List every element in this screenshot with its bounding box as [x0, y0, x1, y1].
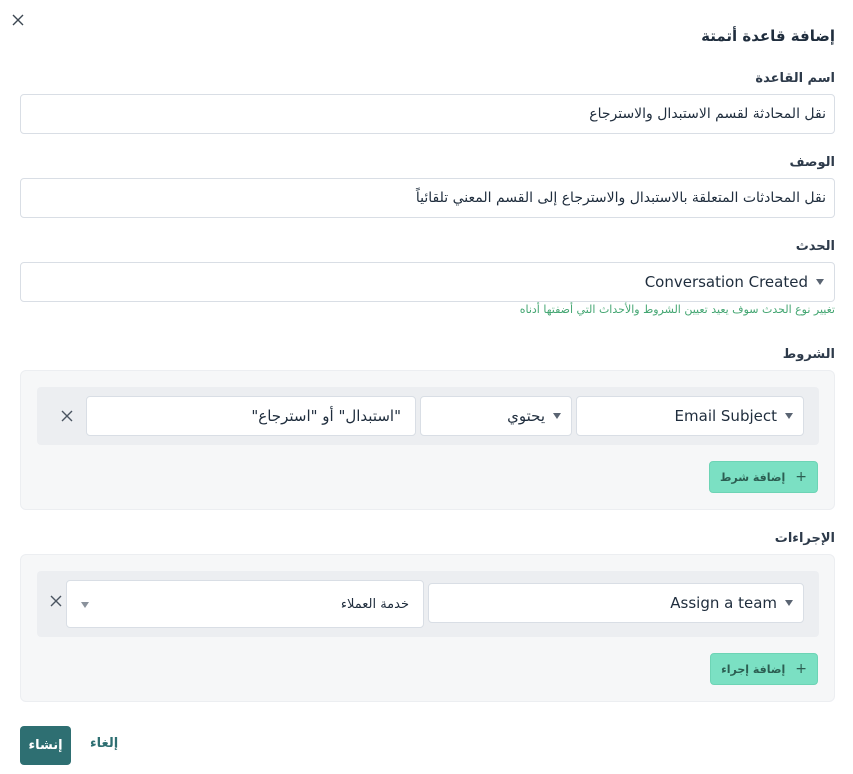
chevron-down-icon	[785, 600, 793, 606]
close-button[interactable]	[8, 12, 26, 30]
description-input[interactable]: نقل المحادثات المتعلقة بالاستبدال والاست…	[20, 178, 835, 218]
condition-operator-value: يحتوي	[507, 407, 545, 425]
chevron-down-icon	[81, 602, 89, 608]
chevron-down-icon	[816, 279, 824, 285]
condition-attribute-select[interactable]: Email Subject	[576, 396, 804, 436]
chevron-down-icon	[553, 413, 561, 419]
add-action-label: إضافة إجراء	[721, 662, 786, 676]
event-label: الحدث	[795, 239, 835, 254]
rule-name-input[interactable]: نقل المحادثة لقسم الاستبدال والاسترجاع	[20, 94, 835, 134]
cancel-button[interactable]: إلغاء	[90, 736, 118, 751]
action-type-value: Assign a team	[670, 594, 777, 612]
condition-row: Email Subject يحتوي "استبدال" أو "استرجا…	[37, 387, 819, 445]
condition-value-input[interactable]: "استبدال" أو "استرجاع"	[86, 396, 416, 436]
create-button[interactable]: إنشاء	[20, 726, 71, 765]
action-value: خدمة العملاء	[340, 596, 409, 612]
event-select-value: Conversation Created	[644, 273, 808, 291]
event-select[interactable]: Conversation Created	[20, 262, 835, 302]
plus-icon: +	[795, 661, 807, 677]
close-icon	[12, 14, 24, 26]
actions-label: الإجراءات	[774, 531, 835, 546]
description-label: الوصف	[789, 155, 835, 170]
plus-icon: +	[795, 469, 807, 485]
conditions-panel: Email Subject يحتوي "استبدال" أو "استرجا…	[20, 370, 835, 510]
action-type-select[interactable]: Assign a team	[428, 583, 804, 623]
conditions-label: الشروط	[782, 347, 835, 362]
remove-action-button[interactable]	[48, 593, 64, 609]
remove-condition-button[interactable]	[59, 408, 75, 424]
action-row: Assign a team خدمة العملاء	[37, 571, 819, 637]
rule-name-label: اسم القاعدة	[755, 71, 835, 86]
close-icon	[61, 410, 73, 422]
chevron-down-icon	[785, 413, 793, 419]
add-condition-label: إضافة شرط	[719, 470, 786, 484]
dialog-title: إضافة قاعدة أتمتة	[701, 27, 835, 45]
actions-panel: Assign a team خدمة العملاء + إضافة إجراء	[20, 554, 835, 702]
add-condition-button[interactable]: + إضافة شرط	[708, 461, 818, 493]
action-value-select[interactable]: خدمة العملاء	[66, 580, 424, 628]
condition-value: "استبدال" أو "استرجاع"	[251, 407, 401, 425]
close-icon	[50, 595, 62, 607]
event-hint: تغيير نوع الحدث سوف يعيد تعيين الشروط وا…	[519, 303, 835, 316]
add-action-button[interactable]: + إضافة إجراء	[710, 653, 818, 685]
condition-attribute-value: Email Subject	[674, 407, 777, 425]
condition-operator-select[interactable]: يحتوي	[420, 396, 572, 436]
